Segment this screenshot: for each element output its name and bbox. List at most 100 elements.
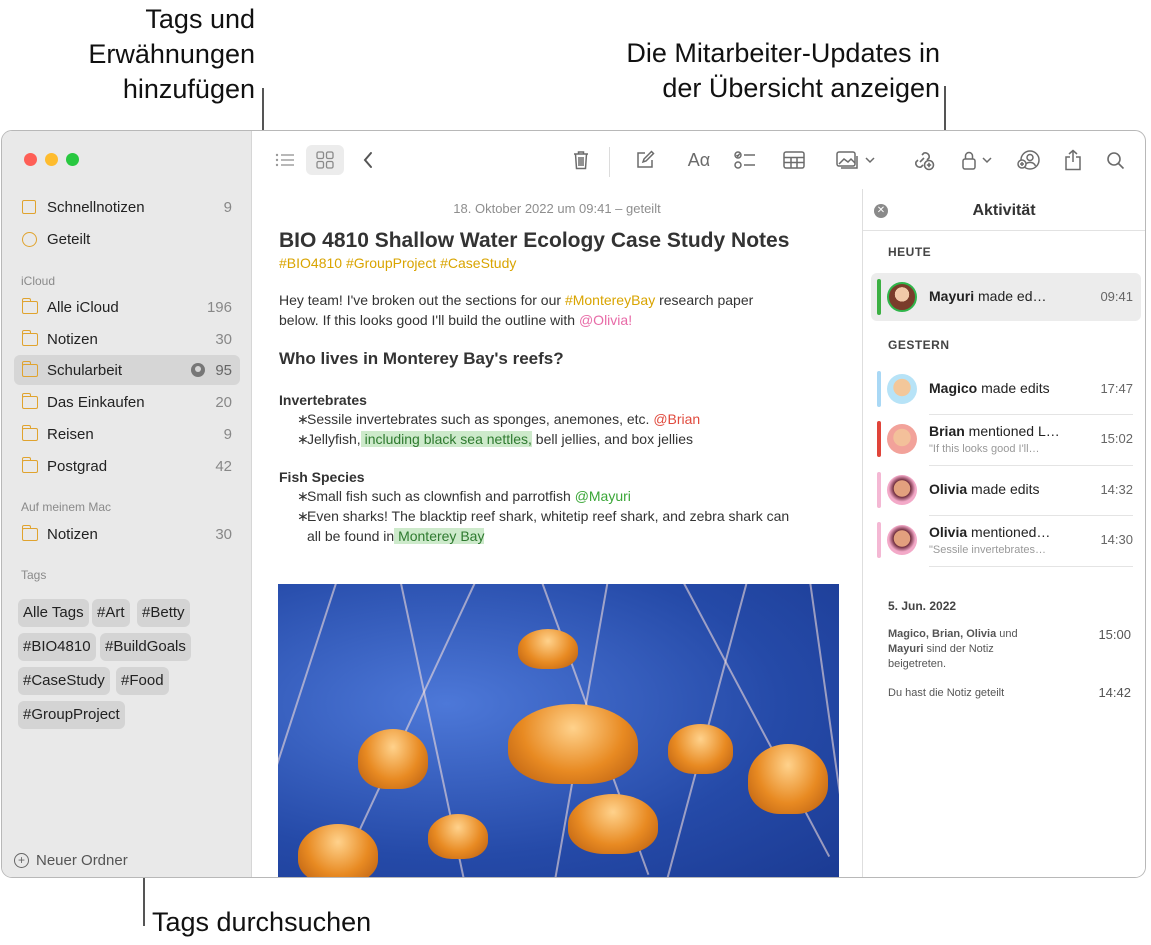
jellyfish: [358, 729, 428, 789]
bullet-item[interactable]: Sessile invertebrates such as sponges, a…: [297, 409, 700, 429]
mention[interactable]: @Olivia!: [579, 312, 632, 328]
activity-button[interactable]: [1014, 145, 1044, 175]
chevron-left-icon: [363, 152, 372, 168]
back-button[interactable]: [356, 145, 380, 175]
history-entry: Du hast die Notiz geteilt: [888, 687, 1005, 699]
sidebar-item-folder[interactable]: Das Einkaufen 20: [14, 387, 240, 417]
sidebar-item-folder[interactable]: Notizen 30: [14, 519, 240, 549]
tag-chip[interactable]: #BuildGoals: [100, 633, 191, 661]
close-window-button[interactable]: [24, 153, 37, 166]
sidebar-item-shared[interactable]: Geteilt: [14, 224, 240, 254]
note-subheading[interactable]: Invertebrates: [279, 392, 367, 408]
folder-icon: [21, 360, 38, 377]
note-paragraph[interactable]: Hey team! I've broken out the sections f…: [279, 290, 753, 310]
note-title[interactable]: BIO 4810 Shallow Water Ecology Case Stud…: [279, 229, 789, 253]
bullet-item[interactable]: Small fish such as clownfish and parrotf…: [297, 486, 631, 506]
note-paragraph[interactable]: below. If this looks good I'll build the…: [279, 310, 632, 330]
note-editor[interactable]: 18. Oktober 2022 um 09:41 – geteilt BIO …: [252, 189, 862, 877]
tag-chip[interactable]: #Food: [116, 667, 169, 695]
lock-button[interactable]: [956, 145, 996, 175]
share-icon: [1065, 149, 1081, 171]
activity-item[interactable]: Magico made edits 17:47: [871, 365, 1141, 413]
bullet-item[interactable]: Even sharks! The blacktip reef shark, wh…: [297, 506, 789, 526]
tag-chip[interactable]: Alle Tags: [18, 599, 89, 627]
sidebar-item-folder[interactable]: Alle iCloud 196: [14, 292, 240, 322]
search-icon: [1106, 151, 1124, 169]
table-button[interactable]: [780, 145, 808, 175]
format-button[interactable]: Aα: [682, 145, 716, 175]
quick-notes-icon: [22, 200, 36, 214]
jellyfish: [568, 794, 658, 854]
activity-item[interactable]: Brian mentioned L… "If this looks good I…: [871, 415, 1141, 463]
note-subheading[interactable]: Fish Species: [279, 469, 365, 485]
tag-chip[interactable]: #BIO4810: [18, 633, 96, 661]
photo-icon: [835, 151, 858, 169]
avatar: [887, 525, 917, 555]
jellyfish: [298, 824, 378, 877]
note-tags[interactable]: #BIO4810 #GroupProject #CaseStudy: [279, 255, 516, 271]
section-header-icloud: iCloud: [21, 274, 56, 288]
checklist-icon: [734, 151, 755, 169]
sidebar-item-folder[interactable]: Notizen 30: [14, 324, 240, 354]
folder-icon: [21, 297, 38, 314]
grid-icon: [316, 151, 334, 169]
folder-icon: [21, 524, 38, 541]
shared-folder-icon: [191, 363, 206, 377]
sidebar-item-quick-notes[interactable]: Schnellnotizen 9: [14, 192, 240, 222]
inline-tag[interactable]: #MontereyBay: [565, 292, 655, 308]
new-folder-button[interactable]: + Neuer Ordner: [14, 852, 128, 869]
compose-icon: [637, 150, 655, 168]
highlighted-text: including black sea nettles,: [360, 431, 532, 447]
tag-chip[interactable]: #CaseStudy: [18, 667, 110, 695]
media-button[interactable]: [832, 145, 878, 175]
jellyfish: [508, 704, 638, 784]
link-plus-icon: [915, 152, 935, 171]
activity-title: Aktivität: [972, 202, 1036, 219]
sidebar-item-folder[interactable]: Postgrad 42: [14, 451, 240, 481]
notes-window: Schnellnotizen 9 Geteilt iCloud Alle iCl…: [1, 130, 1146, 878]
jellyfish: [668, 724, 733, 774]
avatar: [887, 424, 917, 454]
section-label-yesterday: GESTERN: [888, 338, 950, 352]
sidebar-item-folder[interactable]: Reisen 9: [14, 419, 240, 449]
collaborators-icon: [1017, 150, 1040, 170]
avatar: [887, 282, 917, 312]
share-button[interactable]: [1060, 145, 1086, 175]
tag-chip[interactable]: #Art: [92, 599, 130, 627]
checklist-button[interactable]: [732, 145, 758, 175]
delete-button[interactable]: [568, 145, 594, 175]
tag-chip[interactable]: #Betty: [137, 599, 190, 627]
callout-tags-mentions: Tags und Erwähnungen hinzufügen: [88, 4, 255, 104]
bullet-continuation[interactable]: all be found in Monterey Bay: [307, 526, 485, 546]
note-heading[interactable]: Who lives in Monterey Bay's reefs?: [279, 349, 564, 369]
note-date: 18. Oktober 2022 um 09:41 – geteilt: [453, 201, 661, 216]
bullet-item[interactable]: Jellyfish, including black sea nettles, …: [297, 429, 693, 449]
collaborate-button[interactable]: [908, 145, 938, 175]
section-header-tags: Tags: [21, 568, 47, 582]
mention[interactable]: @Mayuri: [575, 488, 631, 504]
callout-collaborator-updates: Die Mitarbeiter-Updates in der Übersicht…: [626, 38, 940, 103]
activity-header: ✕ Aktivität: [863, 189, 1145, 231]
folder-icon: [21, 424, 38, 441]
section-label-today: HEUTE: [888, 245, 932, 259]
chevron-down-icon: [981, 157, 992, 164]
tag-chip[interactable]: #GroupProject: [18, 701, 125, 729]
minimize-window-button[interactable]: [45, 153, 58, 166]
search-button[interactable]: [1102, 145, 1128, 175]
avatar: [887, 374, 917, 404]
activity-item[interactable]: Olivia mentioned… "Sessile invertebrates…: [871, 516, 1141, 564]
table-icon: [783, 151, 805, 169]
jellyfish: [428, 814, 488, 859]
trash-icon: [574, 151, 588, 170]
toolbar: Aα: [252, 131, 1145, 189]
new-note-button[interactable]: [632, 145, 658, 175]
gallery-view-button[interactable]: [306, 145, 344, 175]
activity-item[interactable]: Mayuri made ed… 09:41: [871, 273, 1141, 321]
list-view-button[interactable]: [272, 145, 298, 175]
mention[interactable]: @Brian: [653, 411, 700, 427]
jellyfish-photo[interactable]: [278, 584, 839, 877]
activity-item[interactable]: Olivia made edits 14:32: [871, 466, 1141, 514]
sidebar-item-folder-selected[interactable]: Schularbeit 95: [14, 355, 240, 385]
highlighted-text: Monterey Bay: [394, 528, 485, 544]
zoom-window-button[interactable]: [66, 153, 79, 166]
